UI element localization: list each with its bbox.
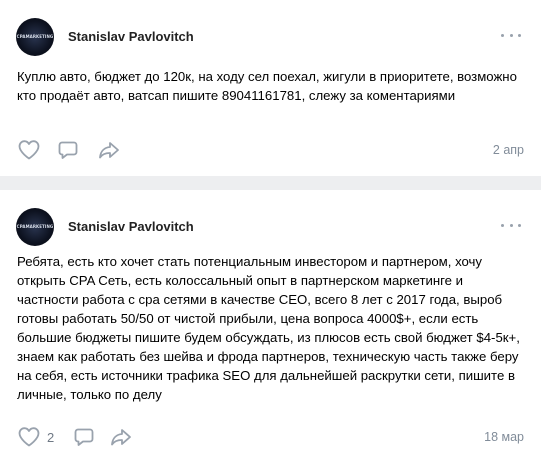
share-icon — [99, 142, 119, 159]
avatar-logo-text: CPAMARKETING — [16, 34, 54, 39]
avatar[interactable]: CPAMARKETING — [16, 18, 54, 56]
share-button[interactable] — [109, 426, 133, 448]
post-card: CPAMARKETING Stanislav Pavlovitch Ребята… — [0, 190, 541, 462]
avatar-logo-text: CPAMARKETING — [16, 224, 54, 229]
avatar[interactable]: CPAMARKETING — [16, 208, 54, 246]
like-button[interactable] — [17, 139, 47, 161]
post-text: Ребята, есть кто хочет стать потенциальн… — [17, 254, 520, 402]
post-date[interactable]: 2 апр — [493, 143, 524, 157]
comment-button[interactable] — [73, 426, 95, 448]
comment-icon — [58, 141, 78, 159]
like-count: 2 — [47, 429, 55, 445]
more-dots-icon[interactable] — [501, 219, 521, 231]
share-button[interactable] — [97, 139, 121, 161]
heart-icon — [18, 140, 40, 160]
author-name[interactable]: Stanislav Pavlovitch — [68, 29, 194, 44]
like-button[interactable]: 2 — [17, 426, 54, 448]
comment-button[interactable] — [57, 139, 79, 161]
post-text: Куплю авто, бюджет до 120к, на ходу сел … — [17, 69, 517, 103]
author-name[interactable]: Stanislav Pavlovitch — [68, 219, 194, 234]
post-card: CPAMARKETING Stanislav Pavlovitch Куплю … — [0, 0, 541, 176]
post-date[interactable]: 18 мар — [484, 430, 524, 444]
comment-icon — [74, 428, 94, 446]
heart-icon — [18, 427, 40, 447]
share-icon — [111, 429, 131, 446]
more-dots-icon[interactable] — [501, 29, 521, 41]
